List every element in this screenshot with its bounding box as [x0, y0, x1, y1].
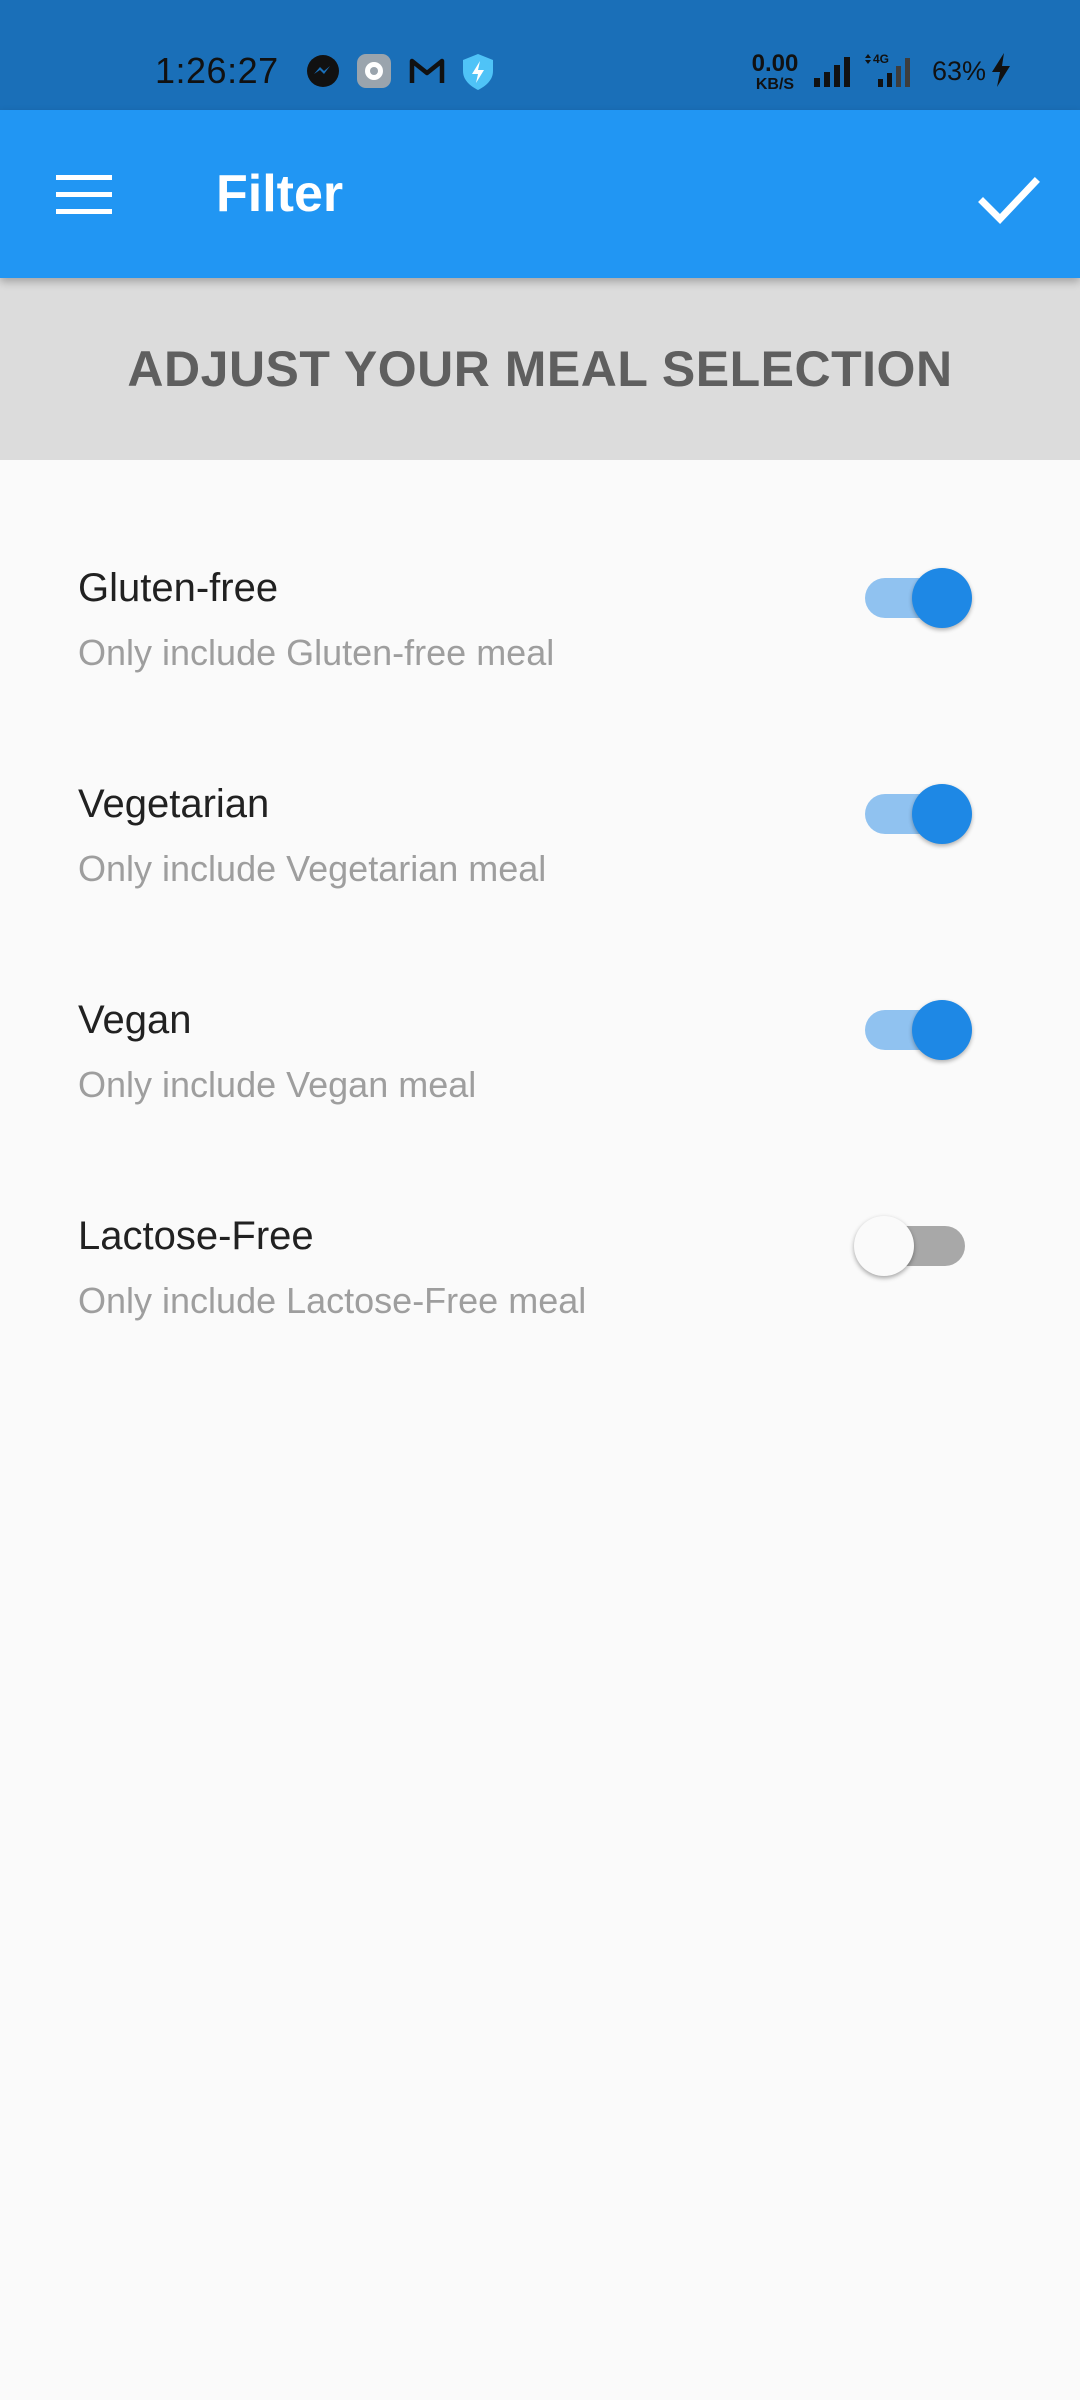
lactose-free-toggle[interactable] — [850, 1206, 980, 1276]
network-speed-value: 0.00 — [751, 50, 799, 77]
network-speed: 0.00 KB/S — [745, 52, 805, 93]
section-header-title: ADJUST YOUR MEAL SELECTION — [127, 341, 953, 397]
signal-icon — [814, 57, 850, 87]
filter-title: Lactose-Free — [78, 1214, 314, 1258]
shield-bolt-icon — [463, 54, 493, 90]
filter-title: Vegetarian — [78, 782, 270, 826]
network-type: 4G — [873, 52, 889, 66]
charging-icon — [992, 53, 1010, 87]
status-bar: 1:26:27 0.00 KB/S 4G 63% — [0, 0, 1080, 110]
filter-subtitle: Only include Vegan meal — [78, 1064, 477, 1105]
menu-icon[interactable] — [56, 175, 112, 215]
vegan-toggle[interactable] — [850, 990, 980, 1060]
network-speed-unit: KB/S — [755, 76, 795, 93]
filter-item-gluten-free[interactable]: Gluten-free Only include Gluten-free mea… — [0, 518, 1080, 734]
toggle-thumb — [912, 568, 972, 628]
toggle-thumb — [912, 784, 972, 844]
signal-4g-icon: 4G — [865, 52, 910, 87]
gmail-icon — [409, 58, 445, 83]
messenger-icon — [307, 55, 339, 87]
filter-item-vegetarian[interactable]: Vegetarian Only include Vegetarian meal — [0, 734, 1080, 950]
status-time: 1:26:27 — [155, 50, 279, 91]
settings-app-icon — [357, 54, 391, 88]
filter-item-lactose-free[interactable]: Lactose-Free Only include Lactose-Free m… — [0, 1166, 1080, 1382]
section-header: ADJUST YOUR MEAL SELECTION — [0, 278, 1080, 460]
filter-title: Gluten-free — [78, 566, 279, 610]
vegetarian-toggle[interactable] — [850, 774, 980, 844]
filter-subtitle: Only include Lactose-Free meal — [78, 1280, 587, 1321]
toggle-thumb — [912, 1000, 972, 1060]
save-filters-button[interactable] — [968, 160, 1048, 240]
check-icon — [978, 177, 1040, 225]
gluten-free-toggle[interactable] — [850, 558, 980, 628]
app-bar: Filter — [0, 110, 1080, 278]
filter-title: Vegan — [78, 998, 192, 1042]
filter-subtitle: Only include Vegetarian meal — [78, 848, 547, 889]
filter-item-vegan[interactable]: Vegan Only include Vegan meal — [0, 950, 1080, 1166]
page-title: Filter — [216, 165, 344, 223]
battery-level: 63% — [932, 56, 987, 86]
toggle-thumb — [854, 1216, 914, 1276]
filter-subtitle: Only include Gluten-free meal — [78, 632, 555, 673]
